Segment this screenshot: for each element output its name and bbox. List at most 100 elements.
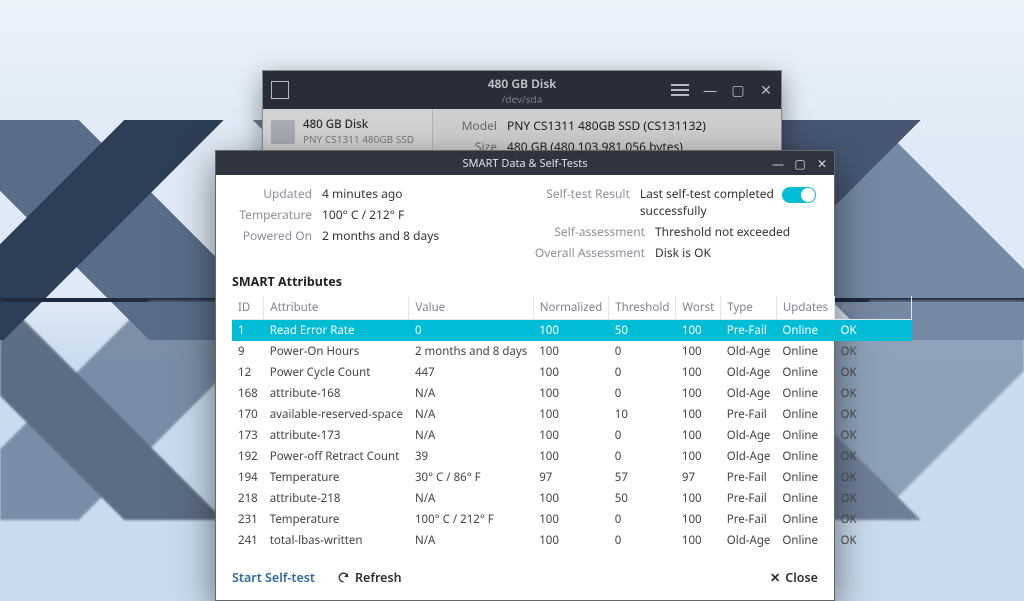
cell-type: Old-Age [721, 341, 777, 362]
cell-thr: 0 [609, 509, 676, 530]
smart-enabled-toggle[interactable] [782, 187, 816, 203]
cell-ass: OK [835, 425, 912, 446]
cell-id: 218 [232, 488, 264, 509]
temperature-label: Temperature [232, 206, 312, 223]
table-row[interactable]: 9Power-On Hours2 months and 8 days100010… [232, 341, 912, 362]
smart-maximize-button[interactable]: ▢ [794, 157, 806, 169]
cell-id: 168 [232, 383, 264, 404]
cell-ass: OK [835, 320, 912, 342]
smart-dialog-actions: Start Self-test Refresh ✕ Close [216, 559, 834, 600]
table-row[interactable]: 194Temperature30° C / 86° F975797Pre-Fai… [232, 467, 912, 488]
cell-norm: 100 [533, 530, 609, 551]
cell-attr: attribute-218 [264, 488, 409, 509]
cell-worst: 100 [676, 404, 721, 425]
table-row[interactable]: 1Read Error Rate010050100Pre-FailOnlineO… [232, 320, 912, 342]
smart-minimize-button[interactable]: — [772, 157, 784, 169]
close-button[interactable]: ✕ [759, 83, 773, 97]
refresh-button[interactable]: Refresh [337, 569, 402, 586]
sidebar-item-disk[interactable]: 480 GB Disk PNY CS1311 480GB SSD [263, 113, 432, 150]
cell-value: 39 [409, 446, 533, 467]
table-row[interactable]: 168attribute-168N/A1000100Old-AgeOnlineO… [232, 383, 912, 404]
cell-ass: OK [835, 404, 912, 425]
col-threshold[interactable]: Threshold [609, 296, 676, 320]
table-row[interactable]: 192Power-off Retract Count391000100Old-A… [232, 446, 912, 467]
close-label: Close [785, 569, 818, 586]
table-row[interactable]: 218attribute-218N/A10050100Pre-FailOnlin… [232, 488, 912, 509]
disks-left-control[interactable] [271, 81, 289, 99]
start-self-test-label: Start Self-test [232, 569, 315, 586]
col-type[interactable]: Type [721, 296, 777, 320]
cell-ass: OK [835, 530, 912, 551]
menu-icon[interactable] [671, 84, 689, 96]
cell-id: 173 [232, 425, 264, 446]
minimize-button[interactable]: — [703, 83, 717, 97]
cell-id: 9 [232, 341, 264, 362]
sidebar-item-title: 480 GB Disk [303, 117, 414, 132]
cell-attr: Power-On Hours [264, 341, 409, 362]
cell-norm: 100 [533, 425, 609, 446]
cell-ass: OK [835, 362, 912, 383]
cell-attr: attribute-168 [264, 383, 409, 404]
cell-type: Pre-Fail [721, 467, 777, 488]
cell-upd: Online [776, 425, 834, 446]
smart-attributes-heading: SMART Attributes [232, 273, 818, 290]
smart-dialog: SMART Data & Self-Tests — ▢ ✕ Updated 4 … [215, 150, 835, 601]
start-self-test-button[interactable]: Start Self-test [232, 569, 315, 586]
table-row[interactable]: 173attribute-173N/A1000100Old-AgeOnlineO… [232, 425, 912, 446]
table-row[interactable]: 241total-lbas-writtenN/A1000100Old-AgeOn… [232, 530, 912, 551]
cell-worst: 100 [676, 383, 721, 404]
cell-norm: 100 [533, 509, 609, 530]
cell-thr: 57 [609, 467, 676, 488]
smart-titlebar[interactable]: SMART Data & Self-Tests — ▢ ✕ [216, 151, 834, 175]
drive-icon [271, 120, 295, 144]
cell-id: 12 [232, 362, 264, 383]
updated-value: 4 minutes ago [322, 185, 402, 202]
smart-close-button[interactable]: ✕ [816, 157, 828, 169]
col-attribute[interactable]: Attribute [264, 296, 409, 320]
maximize-button[interactable]: ▢ [731, 83, 745, 97]
cell-id: 1 [232, 320, 264, 342]
col-updates[interactable]: Updates [776, 296, 834, 320]
cell-value: N/A [409, 488, 533, 509]
close-dialog-button[interactable]: ✕ Close [770, 569, 818, 586]
cell-upd: Online [776, 467, 834, 488]
disks-titlebar[interactable]: 480 GB Disk /dev/sda — ▢ ✕ [263, 71, 781, 109]
table-row[interactable]: 231Temperature100° C / 212° F1000100Pre-… [232, 509, 912, 530]
cell-worst: 100 [676, 488, 721, 509]
col-value[interactable]: Value [409, 296, 533, 320]
overall-assessment-label: Overall Assessment [525, 244, 645, 261]
cell-id: 241 [232, 530, 264, 551]
cell-worst: 100 [676, 509, 721, 530]
cell-ass: OK [835, 467, 912, 488]
cell-norm: 97 [533, 467, 609, 488]
col-id[interactable]: ID [232, 296, 264, 320]
cell-norm: 100 [533, 341, 609, 362]
cell-thr: 10 [609, 404, 676, 425]
cell-upd: Online [776, 404, 834, 425]
selftest-result-label: Self-test Result [525, 185, 630, 219]
cell-thr: 0 [609, 425, 676, 446]
cell-attr: total-lbas-written [264, 530, 409, 551]
col-assessment[interactable]: Assessment [835, 296, 912, 320]
cell-type: Old-Age [721, 446, 777, 467]
cell-attr: attribute-173 [264, 425, 409, 446]
cell-norm: 100 [533, 383, 609, 404]
cell-attr: Power-off Retract Count [264, 446, 409, 467]
cell-thr: 0 [609, 383, 676, 404]
cell-value: 2 months and 8 days [409, 341, 533, 362]
cell-type: Pre-Fail [721, 509, 777, 530]
cell-thr: 0 [609, 446, 676, 467]
cell-value: N/A [409, 383, 533, 404]
cell-type: Old-Age [721, 362, 777, 383]
cell-thr: 0 [609, 362, 676, 383]
cell-type: Pre-Fail [721, 488, 777, 509]
col-worst[interactable]: Worst [676, 296, 721, 320]
table-row[interactable]: 170available-reserved-spaceN/A10010100Pr… [232, 404, 912, 425]
model-value: PNY CS1311 480GB SSD (CS131132) [507, 117, 706, 134]
table-header-row: ID Attribute Value Normalized Threshold … [232, 296, 912, 320]
self-assessment-value: Threshold not exceeded [655, 223, 790, 240]
cell-thr: 50 [609, 488, 676, 509]
table-row[interactable]: 12Power Cycle Count4471000100Old-AgeOnli… [232, 362, 912, 383]
col-normalized[interactable]: Normalized [533, 296, 609, 320]
cell-worst: 100 [676, 425, 721, 446]
